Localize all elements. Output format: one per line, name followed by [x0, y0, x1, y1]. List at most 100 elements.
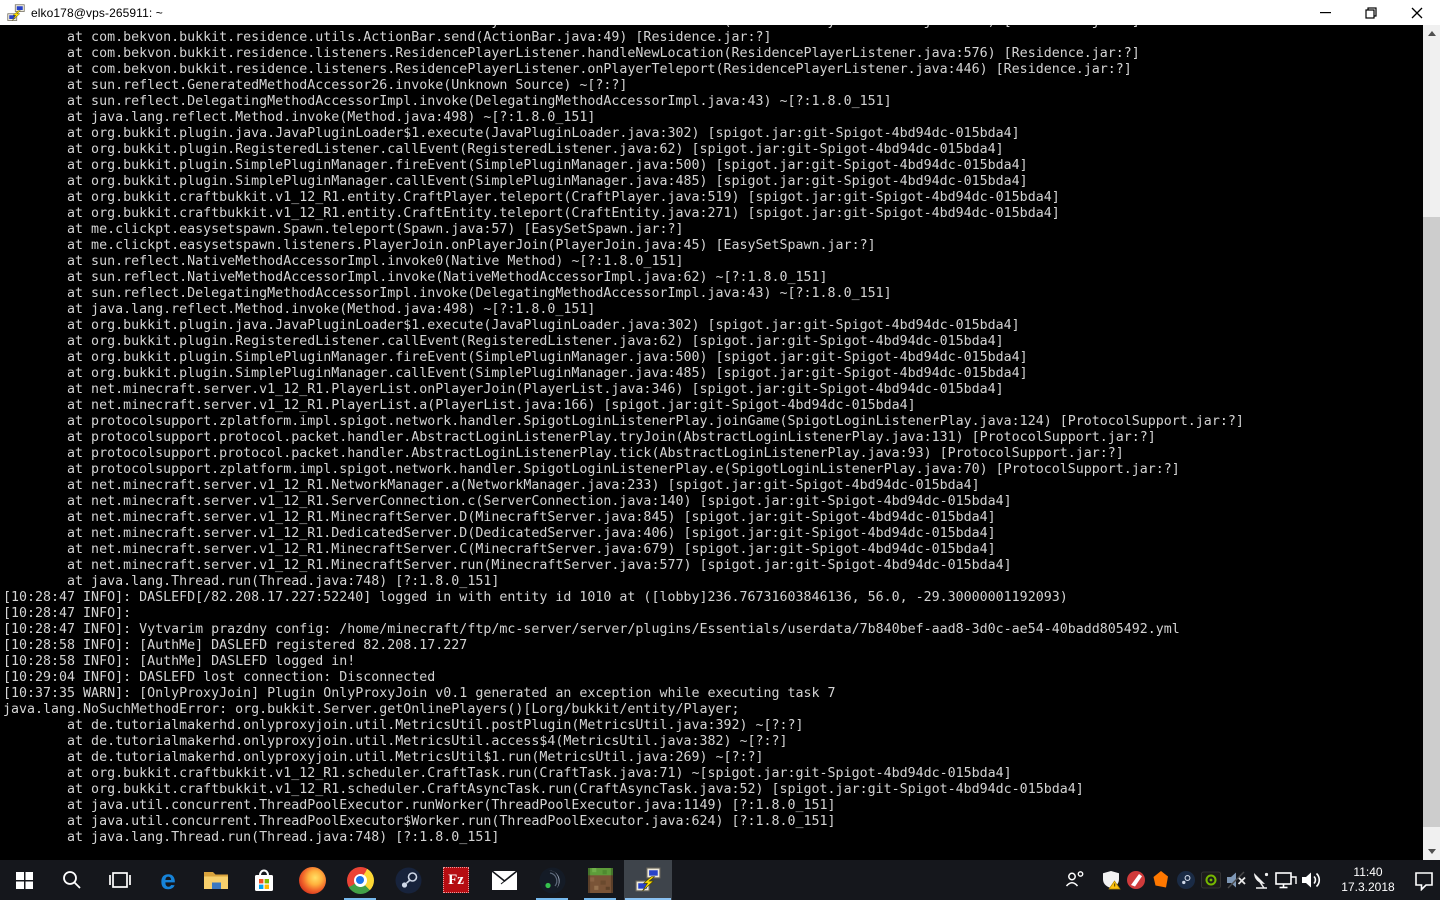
- terminal-line: at sun.reflect.DelegatingMethodAccessorI…: [3, 286, 1423, 302]
- window-titlebar[interactable]: elko178@vps-265911: ~: [0, 0, 1440, 25]
- people-icon: [1064, 869, 1086, 891]
- terminal-line: [10:28:47 INFO]: DASLEFD[/82.208.17.227:…: [3, 590, 1423, 606]
- terminal-line: at net.minecraft.server.v1_12_R1.Minecra…: [3, 510, 1423, 526]
- teamspeak-icon: [539, 867, 566, 894]
- satellite-tray-button[interactable]: [1248, 860, 1273, 900]
- terminal-line: at net.minecraft.server.v1_12_R1.ServerC…: [3, 494, 1423, 510]
- terminal-line: [10:29:04 INFO]: DASLEFD lost connection…: [3, 670, 1423, 686]
- close-button[interactable]: [1394, 0, 1440, 25]
- terminal-line: at me.clickpt.easysetspawn.listeners.Pla…: [3, 238, 1423, 254]
- network-tray-button[interactable]: [1273, 860, 1298, 900]
- terminal-line: at org.bukkit.plugin.SimplePluginManager…: [3, 174, 1423, 190]
- action-center-icon: [1413, 869, 1435, 891]
- avast-icon: [1151, 870, 1171, 890]
- putty-window-icon: [7, 4, 25, 22]
- terminal-line: at de.tutorialmakerhd.onlyproxyjoin.util…: [3, 750, 1423, 766]
- terminal-line: at net.minecraft.server.v1_12_R1.PlayerL…: [3, 382, 1423, 398]
- minimize-icon: [1320, 7, 1331, 18]
- terminal-line: at org.bukkit.plugin.java.JavaPluginLoad…: [3, 318, 1423, 334]
- steam-tray-button[interactable]: [1173, 860, 1198, 900]
- terminal-line: at net.minecraft.server.v1_12_R1.Minecra…: [3, 542, 1423, 558]
- terminal-line: [10:37:35 WARN]: [OnlyProxyJoin] Plugin …: [3, 686, 1423, 702]
- taskbar-button-steam[interactable]: [384, 860, 432, 900]
- terminal-line: at java.lang.reflect.Method.invoke(Metho…: [3, 110, 1423, 126]
- window-title: elko178@vps-265911: ~: [31, 6, 163, 20]
- taskbar-button-mail[interactable]: [480, 860, 528, 900]
- muted-speaker-icon: [1225, 869, 1247, 891]
- terminal-prompt-line: >: [3, 846, 1423, 860]
- nvidia-tray-button[interactable]: [1198, 860, 1223, 900]
- taskbar-button-firefox[interactable]: [288, 860, 336, 900]
- terminal-line: at protocolsupport.protocol.packet.handl…: [3, 430, 1423, 446]
- terminal-line: [10:28:58 INFO]: [AuthMe] DASLEFD logged…: [3, 654, 1423, 670]
- terminal-line: at org.bukkit.plugin.SimplePluginManager…: [3, 350, 1423, 366]
- taskbar-button-putty[interactable]: [624, 860, 672, 900]
- chrome-icon: [347, 867, 374, 894]
- restore-icon: [1365, 7, 1377, 19]
- taskbar-button-teamspeak[interactable]: [528, 860, 576, 900]
- avast-tray-button[interactable]: [1148, 860, 1173, 900]
- terminal-scrollbar[interactable]: [1423, 25, 1440, 860]
- close-icon: [1411, 7, 1423, 19]
- terminal-line: at sun.reflect.GeneratedMethodAccessor26…: [3, 78, 1423, 94]
- start-button[interactable]: [0, 860, 48, 900]
- people-button[interactable]: [1058, 860, 1092, 900]
- clock-date: 17.3.2018: [1333, 880, 1403, 895]
- taskbar-button-filezilla[interactable]: Fz: [432, 860, 480, 900]
- taskbar-search-button[interactable]: [48, 860, 96, 900]
- terminal-line: java.lang.NoSuchMethodError: org.bukkit.…: [3, 702, 1423, 718]
- minimize-button[interactable]: [1302, 0, 1348, 25]
- store-bag-icon: [252, 867, 276, 893]
- taskbar-button-minecraft[interactable]: [576, 860, 624, 900]
- terminal-line: [10:28:58 INFO]: [AuthMe] DASLEFD regist…: [3, 638, 1423, 654]
- task-view-icon: [108, 870, 132, 890]
- task-view-button[interactable]: [96, 860, 144, 900]
- terminal-screen[interactable]: at com.bekvon.bukkit.residence.listeners…: [0, 25, 1423, 860]
- action-center-button[interactable]: [1411, 860, 1436, 900]
- restore-button[interactable]: [1348, 0, 1394, 25]
- terminal-line: at sun.reflect.NativeMethodAccessorImpl.…: [3, 270, 1423, 286]
- scrollbar-down-arrow[interactable]: [1423, 843, 1440, 860]
- terminal-line: at net.minecraft.server.v1_12_R1.PlayerL…: [3, 398, 1423, 414]
- edge-icon: e: [160, 866, 176, 894]
- terminal-line: at net.minecraft.server.v1_12_R1.Dedicat…: [3, 526, 1423, 542]
- terminal-line: [10:28:47 INFO]: Vytvarim prazdny config…: [3, 622, 1423, 638]
- terminal-line: at org.bukkit.craftbukkit.v1_12_R1.entit…: [3, 206, 1423, 222]
- scrollbar-up-arrow[interactable]: [1423, 25, 1440, 42]
- terminal-line: at sun.reflect.DelegatingMethodAccessorI…: [3, 94, 1423, 110]
- terminal-log: at com.bekvon.bukkit.residence.utils.Act…: [3, 30, 1423, 846]
- terminal-line: at org.bukkit.craftbukkit.v1_12_R1.entit…: [3, 190, 1423, 206]
- terminal-line: at java.lang.Thread.run(Thread.java:748)…: [3, 830, 1423, 846]
- terminal-line: at me.clickpt.easysetspawn.Spawn.telepor…: [3, 222, 1423, 238]
- terminal-line: at org.bukkit.craftbukkit.v1_12_R1.sched…: [3, 782, 1423, 798]
- volume-icon: [1300, 869, 1322, 891]
- ccleaner-icon: [1126, 870, 1146, 890]
- defender-shield-icon: [1101, 870, 1121, 890]
- terminal-line: at org.bukkit.plugin.SimplePluginManager…: [3, 366, 1423, 382]
- taskbar-button-chrome[interactable]: [336, 860, 384, 900]
- taskbar-button-edge[interactable]: e: [144, 860, 192, 900]
- nvidia-icon: [1201, 870, 1221, 890]
- defender-tray-button[interactable]: [1098, 860, 1123, 900]
- network-icon: [1274, 869, 1298, 891]
- steam-icon: [395, 867, 422, 894]
- satellite-dish-icon: [1250, 869, 1272, 891]
- terminal-line: at sun.reflect.NativeMethodAccessorImpl.…: [3, 254, 1423, 270]
- terminal-line: at com.bekvon.bukkit.residence.listeners…: [3, 62, 1423, 78]
- taskbar-button-file-explorer[interactable]: [192, 860, 240, 900]
- terminal-line: at com.bekvon.bukkit.residence.listeners…: [3, 46, 1423, 62]
- scrollbar-thumb[interactable]: [1423, 217, 1440, 827]
- volume-tray-button[interactable]: [1298, 860, 1323, 900]
- terminal-line: at org.bukkit.plugin.RegisteredListener.…: [3, 142, 1423, 158]
- terminal-line: at protocolsupport.zplatform.impl.spigot…: [3, 414, 1423, 430]
- windows-start-icon: [14, 870, 35, 891]
- terminal-line: at java.util.concurrent.ThreadPoolExecut…: [3, 798, 1423, 814]
- terminal-line: at protocolsupport.zplatform.impl.spigot…: [3, 462, 1423, 478]
- steam-tray-icon: [1177, 871, 1195, 889]
- tray-clock[interactable]: 11:40 17.3.2018: [1333, 865, 1403, 895]
- terminal-line: at org.bukkit.plugin.java.JavaPluginLoad…: [3, 126, 1423, 142]
- ccleaner-tray-button[interactable]: [1123, 860, 1148, 900]
- taskbar-button-store[interactable]: [240, 860, 288, 900]
- terminal-line: at com.bekvon.bukkit.residence.utils.Act…: [3, 30, 1423, 46]
- muted-speaker-tray-button[interactable]: [1223, 860, 1248, 900]
